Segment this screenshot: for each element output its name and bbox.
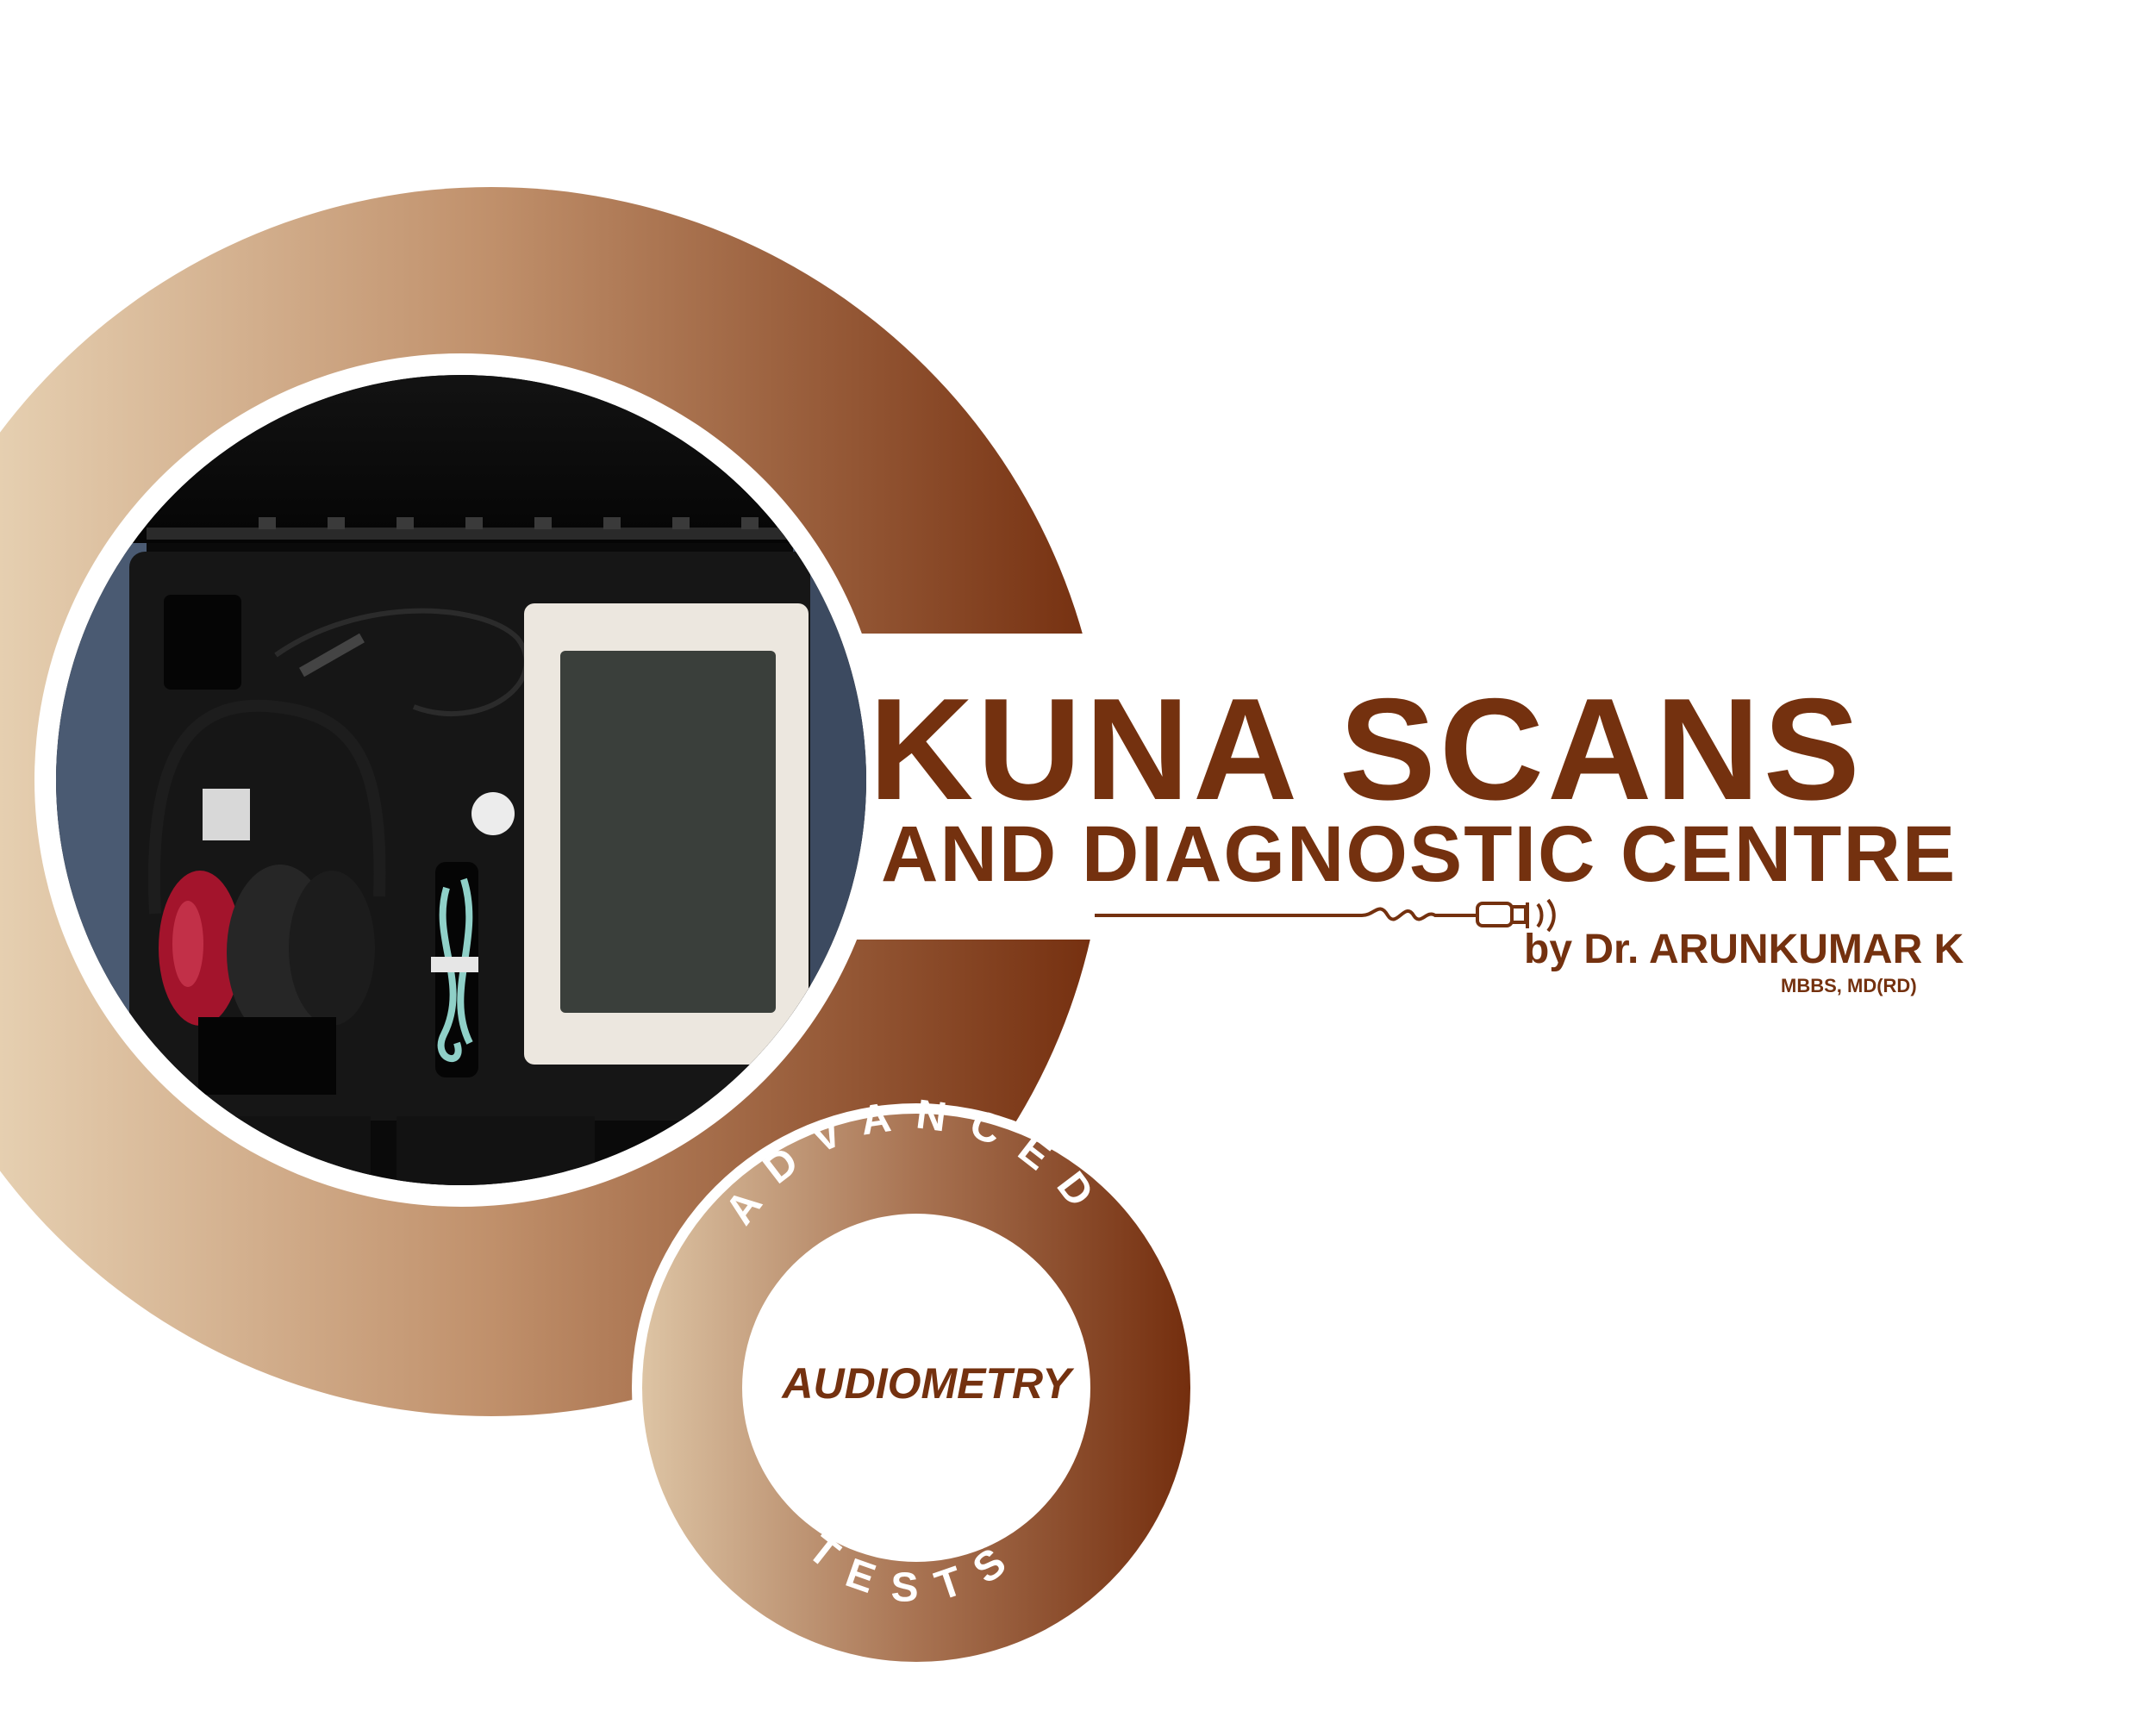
badge-center-label: AUDIOMETRY xyxy=(782,1359,1071,1408)
doctor-degree: MBBS, MD(RD) xyxy=(1781,975,1917,996)
poster: ADVANCED TESTS KUNA SCANS AND DIAGNOSTIC… xyxy=(0,0,2148,1736)
brand-title: KUNA SCANS xyxy=(869,668,1864,830)
doctor-name: by Dr. ARUNKUMAR K xyxy=(1524,927,1964,972)
brand-subtitle: AND DIAGNOSTIC CENTRE xyxy=(881,810,1958,898)
